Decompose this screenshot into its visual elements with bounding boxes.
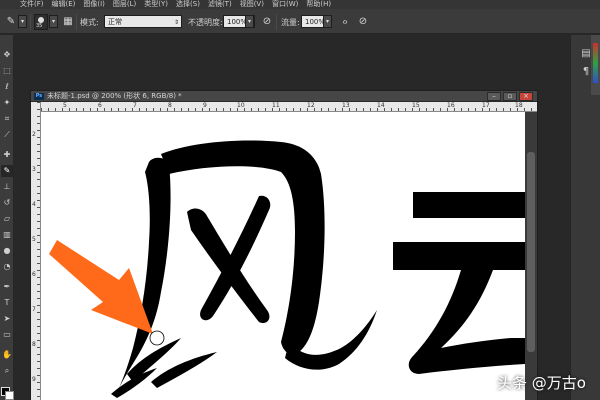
mode-select[interactable]: 正常 ⇕ [104,15,182,28]
ruler-tick: 5 [32,236,36,243]
divider [76,14,77,30]
shape-tool-icon[interactable]: ▭ [1,329,13,341]
ruler-tick: 8 [32,341,36,348]
ps-logo-icon: Ps [34,93,44,100]
flow-dropdown[interactable]: ▾ [323,15,332,28]
annotation-arrow [49,240,153,334]
healing-brush-tool-icon[interactable]: ✚ [1,149,13,161]
brush-cursor-outline [149,330,165,346]
magic-wand-tool-icon[interactable]: ✦ [1,97,13,109]
menu-select[interactable]: 选择(S) [176,0,200,9]
ruler-tick: 2 [32,131,36,138]
brush-preset-dropdown[interactable]: ▾ [49,15,58,28]
artwork [49,140,525,398]
menu-window[interactable]: 窗口(W) [272,0,298,9]
menu-filter[interactable]: 滤镜(T) [208,0,232,9]
lasso-tool-icon[interactable]: ℓ [1,81,13,93]
document-window: Ps 未标题-1.psd @ 200% (形状 6, RGB/8) * – ▫ … [30,90,538,400]
crop-tool-icon[interactable]: ⌗ [1,113,13,125]
horizontal-ruler[interactable]: 5 6 7 8 9 10 11 12 13 14 15 16 17 18 [41,102,537,112]
close-button[interactable]: × [519,92,533,101]
ruler-minor-ticks [41,108,537,111]
opacity-dropdown[interactable]: ▾ [245,15,254,28]
zoom-tool-icon[interactable]: ⌕ [1,365,13,377]
path-selection-tool-icon[interactable]: ➤ [1,313,13,325]
document-tab[interactable]: Ps 未标题-1.psd @ 200% (形状 6, RGB/8) * – ▫ … [31,91,537,102]
scrollbar-thumb[interactable] [527,152,535,352]
brush-cursor [150,331,164,345]
menu-edit[interactable]: 编辑(E) [52,0,76,9]
blur-tool-icon[interactable]: ● [1,245,13,257]
opacity-value: 100% [227,18,248,26]
flow-label: 流量: [281,18,300,27]
brush-panel-toggle-icon[interactable]: ▦ [61,15,75,29]
type-tool-icon[interactable]: T [1,297,13,309]
calligraphy-feng-character [111,140,377,398]
menu-help[interactable]: 帮助(H) [306,0,331,9]
menu-file[interactable]: 文件(F) [20,0,44,9]
tool-preset-dropdown[interactable]: ▾ [18,15,27,28]
clone-stamp-tool-icon[interactable]: ⊥ [1,181,13,193]
mode-label: 模式: [80,18,99,27]
pressure-opacity-icon[interactable]: ⊘ [260,15,274,29]
brush-tool-active-icon[interactable]: ✎ [1,165,13,177]
divider [30,14,31,30]
minimize-button[interactable]: – [487,92,501,101]
hand-tool-icon[interactable]: ✋ [1,349,13,361]
menu-type[interactable]: 类型(Y) [144,0,168,9]
calligraphy-yun-character [393,192,525,374]
eraser-tool-icon[interactable]: ▱ [1,213,13,225]
options-bar: ✎ ▾ 35 ▾ ▦ 模式: 正常 ⇕ 不透明度: 100% ▾ ⊘ 流量: 1… [0,9,600,34]
chevron-down-icon: ⇕ [173,19,179,26]
menu-image[interactable]: 图像(I) [83,0,105,9]
move-tool-icon[interactable]: ✥ [1,49,13,61]
document-title: 未标题-1.psd @ 200% (形状 6, RGB/8) * [47,92,182,100]
document-canvas[interactable] [41,112,525,400]
menu-bar: 文件(F) 编辑(E) 图像(I) 图层(L) 类型(Y) 选择(S) 滤镜(T… [0,0,600,9]
airbrush-icon[interactable]: ℴ [338,15,352,29]
color-swatch-strip [593,43,598,83]
pressure-size-icon[interactable]: ⊘ [356,15,370,29]
divider [276,14,277,30]
opacity-label: 不透明度: [188,18,223,27]
flow-value: 100% [305,18,326,26]
watermark-text: 头条 @万古o [497,374,586,392]
maximize-button[interactable]: ▫ [503,92,517,101]
ruler-tick: 6 [32,271,36,278]
ruler-tick: 3 [32,166,36,173]
vertical-scrollbar[interactable] [525,112,537,400]
background-color-swatch[interactable] [5,391,14,400]
menu-view[interactable]: 视图(V) [240,0,264,9]
ruler-tick: 7 [32,306,36,313]
pen-tool-icon[interactable]: ✒ [1,281,13,293]
marquee-tool-icon[interactable]: ⬚ [1,65,13,77]
eyedropper-tool-icon[interactable]: ⟋ [1,129,13,141]
mode-value: 正常 [108,18,122,26]
brush-tool-icon[interactable]: ✎ [4,15,18,29]
menu-layer[interactable]: 图层(L) [113,0,136,9]
tools-panel: ✥ ⬚ ℓ ✦ ⌗ ⟋ ✚ ✎ ⊥ ↺ ▱ ▥ ● ◔ ✒ T ➤ ▭ ✋ ⌕ [0,35,14,400]
panel-strip [591,35,600,95]
gradient-tool-icon[interactable]: ▥ [1,229,13,241]
vertical-ruler[interactable]: 2 3 4 5 6 7 8 9 [31,102,41,400]
brush-size-label: 35 [36,23,43,29]
ruler-tick: 4 [32,201,36,208]
ruler-minor-ticks [37,102,40,400]
brush-preset-picker[interactable]: 35 [34,14,48,30]
ruler-tick: 9 [32,376,36,383]
dodge-tool-icon[interactable]: ◔ [1,261,13,273]
history-brush-tool-icon[interactable]: ↺ [1,197,13,209]
flow-input[interactable]: 100% [301,15,325,28]
